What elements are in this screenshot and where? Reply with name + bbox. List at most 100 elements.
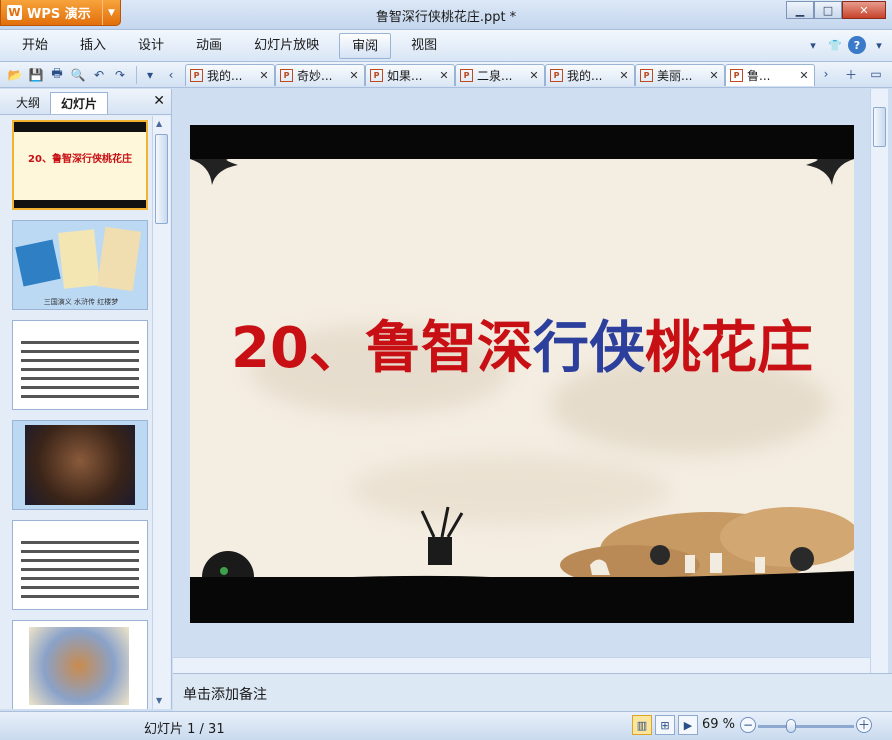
new-tab-icon[interactable]: ＋ (842, 65, 860, 83)
slide-editor: 20、鲁智深行侠桃花庄 (173, 89, 870, 673)
horizontal-scrollbar[interactable] (173, 657, 870, 673)
document-tab[interactable]: P美丽...*✕ (635, 63, 725, 86)
menu-bar: 开始 插入 设计 动画 幻灯片放映 审阅 视图 ▾ 👕 ? ▾ (0, 30, 892, 62)
text-line (21, 568, 139, 571)
close-tab-icon[interactable]: ✕ (798, 69, 810, 82)
slide-panel: 大纲 幻灯片 ✕ 120、鲁智深行侠桃花庄2☆三国演义 水浒传 红楼梦34☆56… (0, 89, 172, 709)
slide-thumbnail[interactable]: 20、鲁智深行侠桃花庄 (12, 120, 148, 210)
close-tab-icon[interactable]: ✕ (528, 69, 540, 82)
zoom-in-button[interactable]: ＋ (856, 717, 872, 733)
title-bar: W WPS 演示 ▼ 鲁智深行侠桃花庄.ppt * ▁ □ ✕ (0, 0, 892, 30)
editor-scrollbar[interactable] (870, 89, 888, 673)
menu-review[interactable]: 审阅 (339, 32, 392, 59)
document-tab[interactable]: P二泉...*✕ (455, 63, 545, 86)
minimize-button[interactable]: ▁ (786, 1, 814, 19)
chevron-down-icon[interactable]: ▾ (870, 36, 888, 54)
text-line (21, 595, 139, 598)
slide-thumbnail[interactable] (12, 620, 148, 709)
menu-slideshow[interactable]: 幻灯片放映 (242, 33, 331, 59)
menu-design[interactable]: 设计 (126, 33, 176, 59)
text-line (21, 368, 139, 371)
maximize-button[interactable]: □ (814, 1, 842, 19)
close-window-button[interactable]: ✕ (842, 1, 886, 19)
figure (755, 557, 765, 573)
text-line (21, 350, 139, 353)
sorter-view-icon[interactable]: ⊞ (655, 715, 675, 735)
quick-access-toolbar: 📂 💾 🖶 🔍 ↶ ↷ ▾ ‹ P我的...*✕ P奇妙...*✕P如果...*✕… (0, 62, 892, 88)
normal-view-icon[interactable]: ▥ (632, 715, 652, 735)
notes-placeholder: 单击添加备注 (183, 687, 267, 703)
document-tab[interactable]: P奇妙...*✕ (275, 63, 365, 86)
zoom-slider-knob[interactable] (786, 719, 796, 733)
menu-animation[interactable]: 动画 (184, 33, 234, 59)
slide-thumbnail[interactable]: 三国演义 水浒传 红楼梦 (12, 220, 148, 310)
slide-thumbnail[interactable] (12, 320, 148, 410)
preview-icon[interactable]: 🔍 (69, 66, 87, 84)
ppt-file-icon: P (190, 68, 203, 82)
document-tab[interactable]: P我的...*✕ (545, 63, 635, 86)
tab-label: 我的... (207, 68, 243, 83)
current-slide[interactable]: 20、鲁智深行侠桃花庄 (190, 125, 854, 623)
thumb-band (14, 200, 146, 208)
close-tab-icon[interactable]: ✕ (708, 69, 720, 82)
slideshow-view-icon[interactable]: ▶ (678, 715, 698, 735)
menu-home[interactable]: 开始 (10, 33, 60, 59)
ppt-file-icon: P (280, 68, 293, 82)
slide-bottom-band (190, 577, 854, 623)
menu-right-tools: ▾ 👕 ? ▾ (804, 36, 888, 54)
thumb-title: 20、鲁智深行侠桃花庄 (28, 154, 132, 165)
ppt-file-icon: P (640, 68, 653, 82)
slide-title[interactable]: 20、鲁智深行侠桃花庄 (190, 303, 854, 384)
menu-insert[interactable]: 插入 (68, 33, 118, 59)
document-tab[interactable]: P我的...*✕ (185, 63, 275, 86)
notes-area[interactable]: 单击添加备注 (173, 673, 892, 711)
panel-scrollbar[interactable]: ▲ ▼ (152, 116, 170, 709)
text-line (21, 341, 139, 344)
book-cover (58, 229, 100, 289)
portrait-image (25, 425, 135, 505)
chevron-right-icon[interactable]: › (817, 65, 835, 83)
undo-icon[interactable]: ↶ (90, 66, 108, 84)
document-tab[interactable]: P鲁...*✕ (725, 63, 815, 86)
text-line (21, 541, 139, 544)
figure (710, 553, 722, 573)
print-icon[interactable]: 🖶 (48, 66, 66, 84)
skin-icon[interactable]: 👕 (826, 36, 844, 54)
help-icon[interactable]: ? (848, 36, 866, 54)
chevron-down-icon[interactable]: ▾ (141, 66, 159, 84)
zoom-out-button[interactable]: − (740, 717, 756, 733)
tab-slides[interactable]: 幻灯片 (50, 92, 109, 114)
status-bar: 幻灯片 1 / 31 ▥ ⊞ ▶ 69 % − ＋ (0, 711, 892, 740)
close-tab-icon[interactable]: ✕ (348, 69, 360, 82)
close-icon[interactable]: ✕ (153, 93, 165, 109)
open-icon[interactable]: 📂 (6, 66, 24, 84)
zoom-slider[interactable] (758, 719, 854, 733)
document-tab[interactable]: P如果...*✕ (365, 63, 455, 86)
chevron-left-icon[interactable]: ‹ (162, 66, 180, 84)
chevron-down-icon[interactable]: ▾ (804, 36, 822, 54)
thumb-caption: 三国演义 水浒传 红楼梦 (43, 298, 119, 306)
figure (685, 555, 695, 573)
text-line (21, 550, 139, 553)
slide-thumbnail[interactable] (12, 420, 148, 510)
title-part: 桃花庄 (644, 316, 813, 381)
slide-thumbnail[interactable] (12, 520, 148, 610)
scroll-thumb[interactable] (155, 134, 168, 224)
scroll-down-icon[interactable]: ▼ (156, 696, 162, 705)
text-line (21, 577, 139, 580)
thumb-text (13, 521, 147, 598)
scroll-up-icon[interactable]: ▲ (156, 119, 162, 128)
close-tab-icon[interactable]: ✕ (438, 69, 450, 82)
book-cover (96, 226, 142, 292)
save-icon[interactable]: 💾 (27, 66, 45, 84)
close-tab-icon[interactable]: ✕ (258, 69, 270, 82)
scroll-thumb[interactable] (873, 107, 886, 147)
menu-view[interactable]: 视图 (399, 33, 449, 59)
book-cover (15, 239, 61, 287)
redo-icon[interactable]: ↷ (111, 66, 129, 84)
restore-icon[interactable]: ▭ (867, 65, 885, 83)
corner-ornament-right (806, 159, 854, 185)
tab-right-tools: › ＋ ▭ (817, 65, 888, 83)
close-tab-icon[interactable]: ✕ (618, 69, 630, 82)
tab-outline[interactable]: 大纲 (6, 92, 50, 114)
